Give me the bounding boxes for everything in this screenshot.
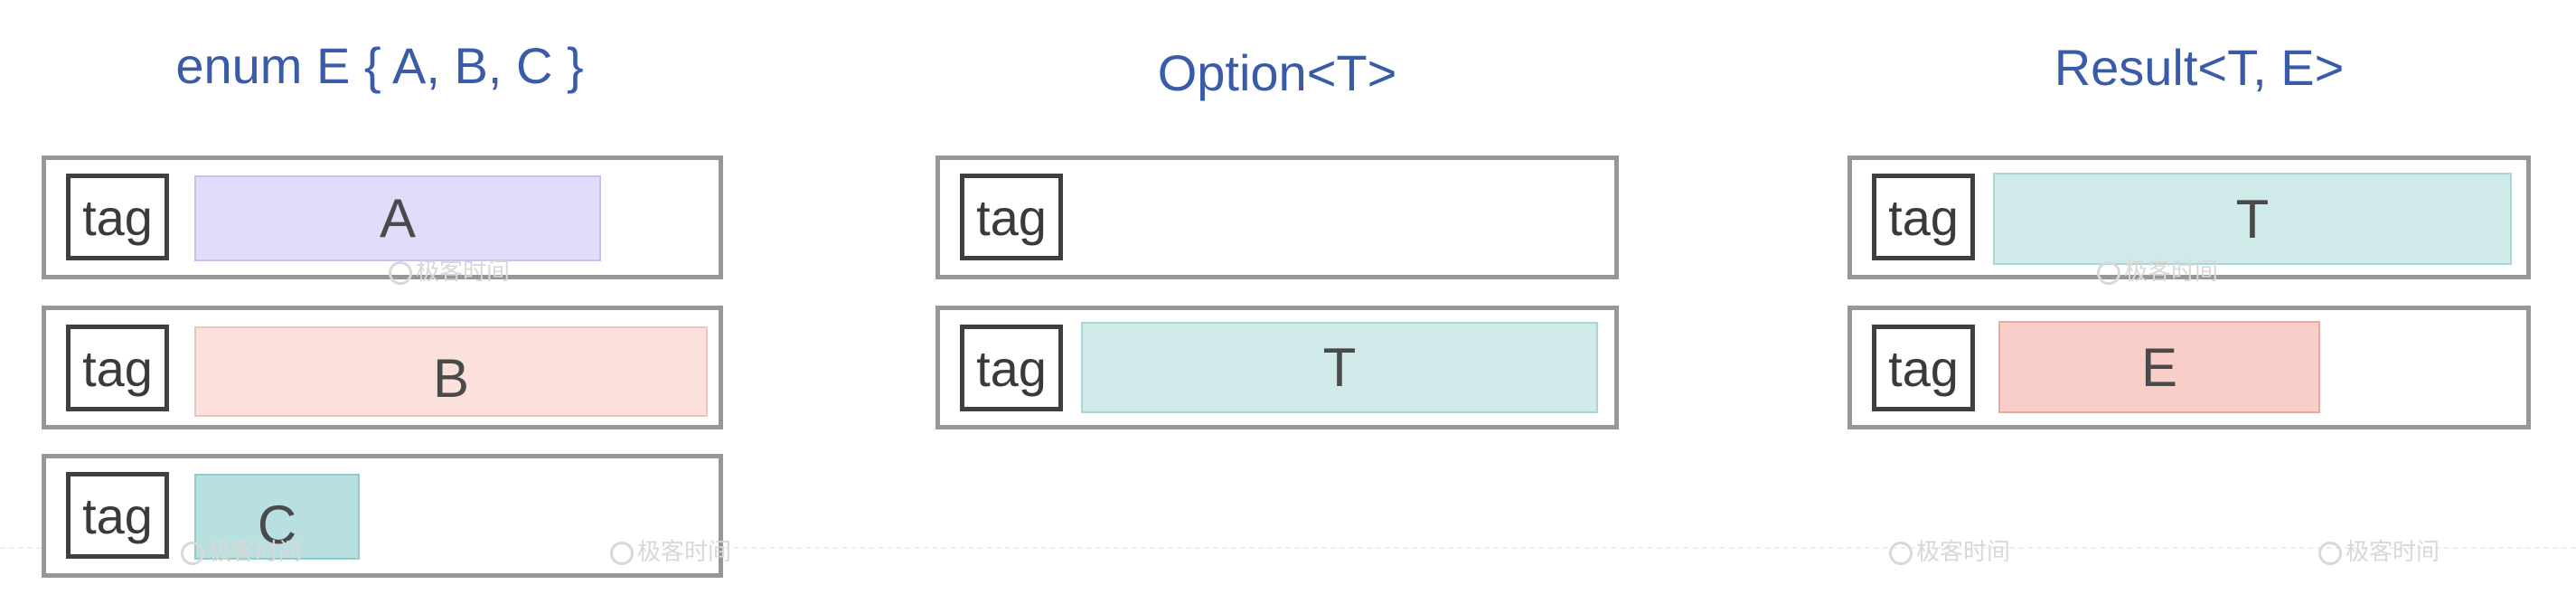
variant-a-payload: A bbox=[194, 175, 601, 261]
watermark-logo-icon bbox=[610, 542, 634, 566]
watermark: 极客时间 bbox=[2097, 253, 2218, 287]
result-ok-payload: T bbox=[1993, 173, 2512, 265]
result-err-payload: E bbox=[1998, 321, 2320, 413]
watermark-logo-icon bbox=[389, 261, 412, 286]
enum-variant-a-layout: tag A bbox=[42, 156, 723, 279]
tag-box: tag bbox=[66, 325, 169, 411]
enum-title: enum E { A, B, C } bbox=[175, 37, 584, 94]
watermark: 极客时间 bbox=[181, 533, 302, 567]
watermark-logo-icon bbox=[181, 542, 204, 566]
watermark: 极客时间 bbox=[610, 533, 731, 567]
option-title: Option<T> bbox=[1157, 44, 1397, 101]
watermark: 极客时间 bbox=[1889, 533, 2010, 567]
option-none-layout: tag bbox=[935, 156, 1619, 279]
watermark-logo-icon bbox=[2318, 542, 2342, 566]
watermark: 极客时间 bbox=[389, 253, 510, 287]
variant-b-payload: B bbox=[194, 326, 708, 417]
watermark-logo-icon bbox=[1889, 542, 1913, 566]
tag-box: tag bbox=[1872, 325, 1975, 411]
enum-variant-b-layout: tag B bbox=[42, 306, 723, 429]
tag-box: tag bbox=[960, 325, 1063, 411]
option-some-payload: T bbox=[1081, 322, 1598, 413]
result-title: Result<T, E> bbox=[2054, 39, 2345, 96]
watermark: 极客时间 bbox=[2318, 533, 2440, 567]
tag-box: tag bbox=[66, 472, 169, 559]
watermark-logo-icon bbox=[2097, 261, 2120, 286]
tag-box: tag bbox=[66, 174, 169, 260]
tag-box: tag bbox=[960, 174, 1063, 260]
tag-box: tag bbox=[1872, 174, 1975, 260]
result-err-layout: tag E bbox=[1847, 306, 2531, 429]
option-some-layout: tag T bbox=[935, 306, 1619, 429]
